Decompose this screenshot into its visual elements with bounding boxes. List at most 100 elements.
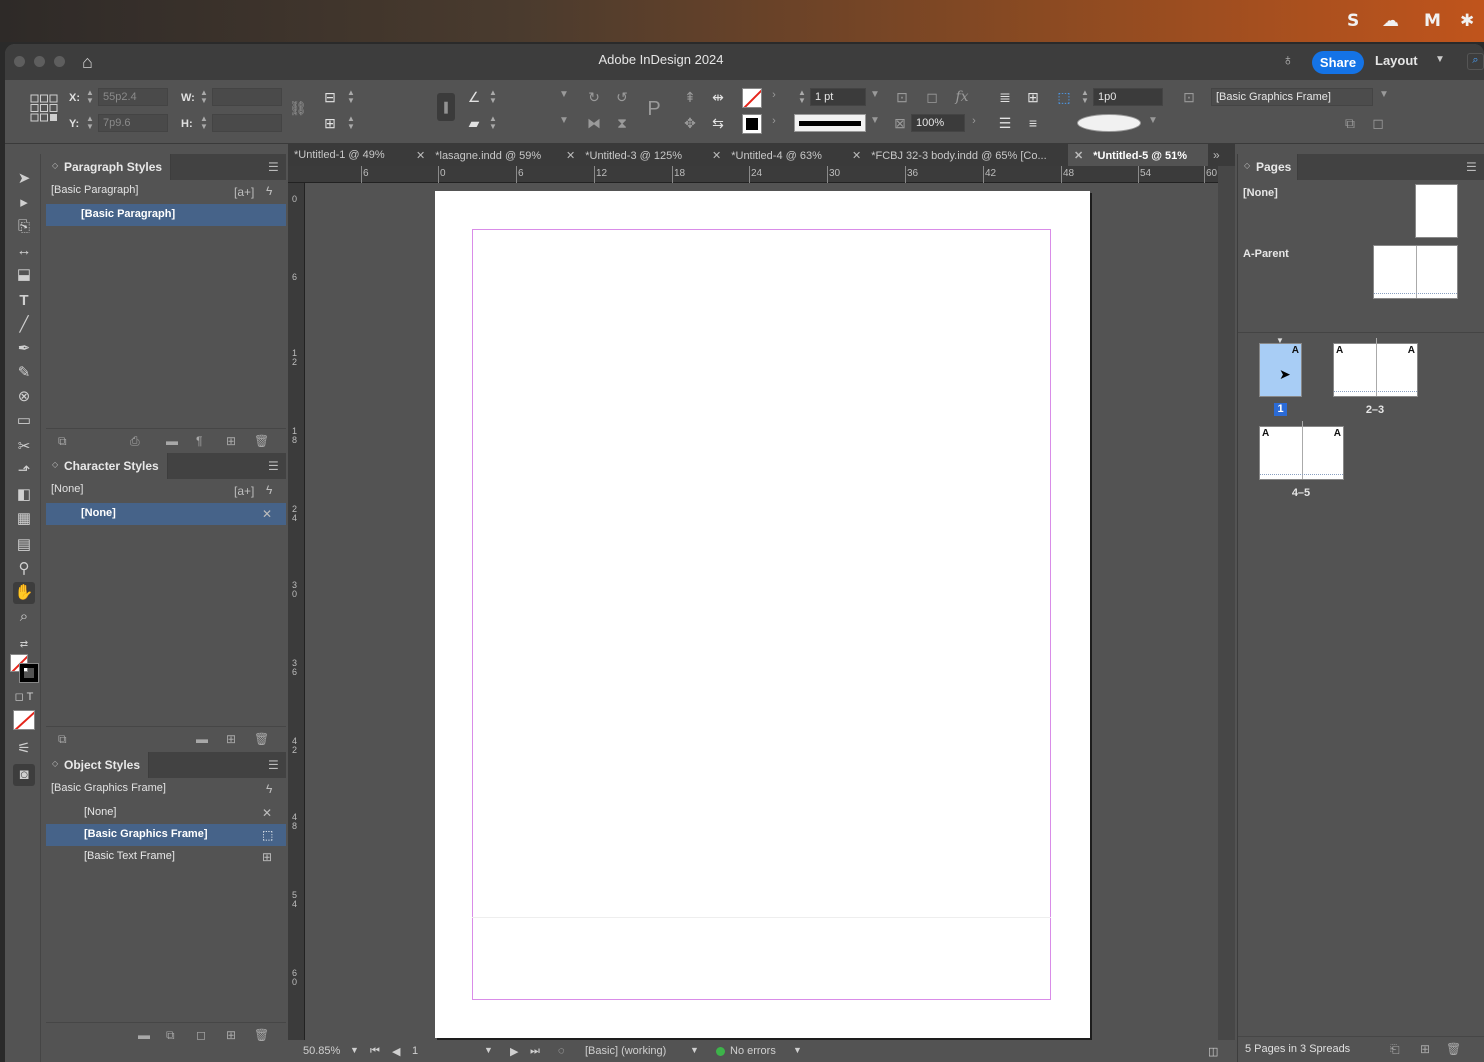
scale-y-stepper[interactable]: ▲ ▼ xyxy=(347,115,355,131)
constrain-scale-icon[interactable]: ∥ xyxy=(437,93,455,121)
page-size-icon[interactable]: ⎗ xyxy=(1390,1042,1400,1057)
formatting-container-icon[interactable]: ◻ T xyxy=(13,686,35,708)
chevron-down-icon[interactable]: ▼ xyxy=(793,1045,802,1055)
horizontal-ruler[interactable]: 6 0 6 12 18 24 30 36 42 48 54 60 xyxy=(288,166,1218,183)
parent-a-label[interactable]: A-Parent xyxy=(1243,248,1289,260)
document-page[interactable] xyxy=(435,191,1090,1038)
effects-icon[interactable]: fx xyxy=(953,89,971,105)
page-tool-icon[interactable]: ⎘ xyxy=(13,216,35,238)
view-mode-icon[interactable]: ◙ xyxy=(13,764,35,786)
selection-tool-icon[interactable]: ➤ xyxy=(13,168,35,190)
close-icon[interactable]: ✕ xyxy=(1074,150,1083,162)
spacing-field[interactable]: 1p0 xyxy=(1093,88,1163,106)
select-previous-icon[interactable]: ⇹ xyxy=(709,89,727,106)
reference-point-icon[interactable] xyxy=(30,94,58,122)
h-stepper[interactable]: ▲ ▼ xyxy=(200,115,208,131)
new-style-group-icon[interactable]: [a+] xyxy=(234,185,254,199)
fitting-dropdown[interactable] xyxy=(1077,114,1141,132)
collapse-icon[interactable]: ◇ xyxy=(1244,161,1250,170)
tab-untitled-3[interactable]: ✕ *Untitled-3 @ 125% xyxy=(560,144,688,166)
close-icon[interactable]: ✕ xyxy=(566,150,575,162)
close-icon[interactable]: ✕ xyxy=(712,150,721,162)
type-tool-icon[interactable]: T xyxy=(13,290,35,312)
tab-untitled-1[interactable]: *Untitled-1 @ 49% xyxy=(288,144,391,166)
tab-untitled-4[interactable]: ✕ *Untitled-4 @ 63% xyxy=(706,144,828,166)
path-icon[interactable]: P xyxy=(645,98,663,121)
object-style-basic-text-frame[interactable]: [Basic Text Frame] xyxy=(46,846,286,868)
panel-menu-icon[interactable]: ☰ xyxy=(268,160,279,174)
scale-y-field[interactable] xyxy=(359,114,429,132)
workspace-switcher[interactable]: Layout xyxy=(1375,53,1418,68)
content-collector-icon[interactable]: ⬓ xyxy=(13,264,35,286)
tab-fcbj-body[interactable]: ✕ *FCBJ 32-3 body.indd @ 65% [Co... xyxy=(846,144,1053,166)
tray-icon-m[interactable]: M xyxy=(1424,11,1441,31)
opacity-field[interactable]: 100% xyxy=(911,114,965,132)
y-field[interactable]: 7p9.6 xyxy=(98,114,168,132)
tray-icon-creative-cloud[interactable]: ☁ xyxy=(1382,11,1399,31)
line-tool-icon[interactable]: ╱ xyxy=(13,314,35,336)
flip-horizontal-icon[interactable]: ⧓ xyxy=(585,115,603,132)
collapse-icon[interactable]: ◇ xyxy=(52,460,58,469)
text-wrap-none-icon[interactable]: ≣ xyxy=(996,89,1014,106)
paragraph-style-basic[interactable]: [Basic Paragraph] xyxy=(46,204,286,226)
object-styles-tab[interactable]: Object Styles xyxy=(46,752,150,778)
close-icon[interactable]: ✕ xyxy=(416,150,425,162)
stroke-menu-chevron-icon[interactable]: › xyxy=(765,115,783,127)
spread-4-5-thumbnail[interactable]: A A xyxy=(1259,421,1344,480)
share-button[interactable]: Share xyxy=(1312,51,1364,74)
quick-apply-icon[interactable]: ϟ xyxy=(266,184,272,198)
y-stepper[interactable]: ▲ ▼ xyxy=(86,115,94,131)
constrain-proportions-icon[interactable]: ⛓ xyxy=(289,100,307,117)
scale-x-stepper[interactable]: ▲ ▼ xyxy=(347,89,355,105)
rotate-cw-icon[interactable]: ↻ xyxy=(585,89,603,106)
shear-dropdown-chevron-icon[interactable]: ▼ xyxy=(555,115,573,126)
tab-untitled-5[interactable]: ✕ *Untitled-5 @ 51% xyxy=(1068,144,1208,166)
zoom-level[interactable]: 50.85% xyxy=(303,1045,340,1057)
tray-icon-extension[interactable]: ✱ xyxy=(1460,11,1474,31)
rectangle-tool-icon[interactable]: ▭ xyxy=(13,410,35,432)
w-stepper[interactable]: ▲ ▼ xyxy=(200,89,208,105)
page-1-label[interactable]: 1 xyxy=(1274,403,1287,416)
text-wrap-jump-icon[interactable]: ≡ xyxy=(1024,115,1042,131)
character-style-none[interactable]: [None] xyxy=(46,503,286,525)
library-icon[interactable]: ⧉ xyxy=(58,434,67,449)
trash-icon[interactable]: 🗑 xyxy=(254,732,269,746)
hand-tool-icon[interactable]: ✋ xyxy=(13,582,35,604)
character-styles-tab[interactable]: Character Styles xyxy=(46,453,168,479)
quick-apply-icon[interactable]: ϟ xyxy=(266,483,272,497)
scale-x-field[interactable] xyxy=(359,88,429,106)
select-content-icon[interactable]: ✥ xyxy=(681,115,699,132)
spread-2-3-thumbnail[interactable]: A A xyxy=(1333,338,1418,397)
clear-overrides-icon[interactable]: ⧉ xyxy=(1341,115,1359,132)
gradient-tool-icon[interactable]: ◧ xyxy=(13,484,35,506)
stroke-type-chevron-icon[interactable]: ▼ xyxy=(866,115,884,126)
gap-tool-icon[interactable]: ↔ xyxy=(13,240,35,262)
fill-swatch[interactable] xyxy=(742,88,762,108)
rotate-ccw-icon[interactable]: ↺ xyxy=(613,89,631,106)
stroke-weight-chevron-icon[interactable]: ▼ xyxy=(866,89,884,100)
close-icon[interactable]: ✕ xyxy=(852,150,861,162)
screen-mode-icon[interactable]: ⚟ xyxy=(13,738,35,760)
shear-stepper[interactable]: ▲ ▼ xyxy=(489,115,497,131)
chevron-down-icon[interactable]: ▼ xyxy=(1435,54,1445,65)
tab-lasagne[interactable]: ✕ *lasagne.indd @ 59% xyxy=(410,144,547,166)
pencil-tool-icon[interactable]: ✎ xyxy=(13,362,35,384)
gradient-feather-tool-icon[interactable]: ▦ xyxy=(13,508,35,530)
trash-icon[interactable]: 🗑 xyxy=(254,434,269,448)
folder-icon[interactable]: ▬ xyxy=(166,434,178,448)
page-1-thumbnail[interactable]: A ➤ xyxy=(1259,343,1302,397)
direct-selection-tool-icon[interactable]: ▸ xyxy=(13,192,35,214)
x-stepper[interactable]: ▲ ▼ xyxy=(86,89,94,105)
spread-4-5-label[interactable]: 4–5 xyxy=(1281,487,1321,499)
folder-icon[interactable]: ▬ xyxy=(196,732,208,746)
last-page-icon[interactable]: ⏭ xyxy=(530,1045,540,1058)
free-transform-tool-icon[interactable]: ⬏ xyxy=(13,460,35,482)
previous-page-icon[interactable]: ◀ xyxy=(392,1045,400,1058)
tray-icon-s[interactable]: S xyxy=(1347,11,1359,31)
new-style-icon[interactable]: ⊞ xyxy=(226,434,236,448)
spacing-stepper[interactable]: ▲ ▼ xyxy=(1081,89,1089,105)
swap-fill-stroke-icon[interactable]: ⇄ xyxy=(13,634,35,656)
chevron-down-icon[interactable]: ▼ xyxy=(350,1045,359,1055)
trash-icon[interactable]: 🗑 xyxy=(1446,1042,1461,1056)
parent-none-thumbnail[interactable] xyxy=(1415,184,1458,238)
